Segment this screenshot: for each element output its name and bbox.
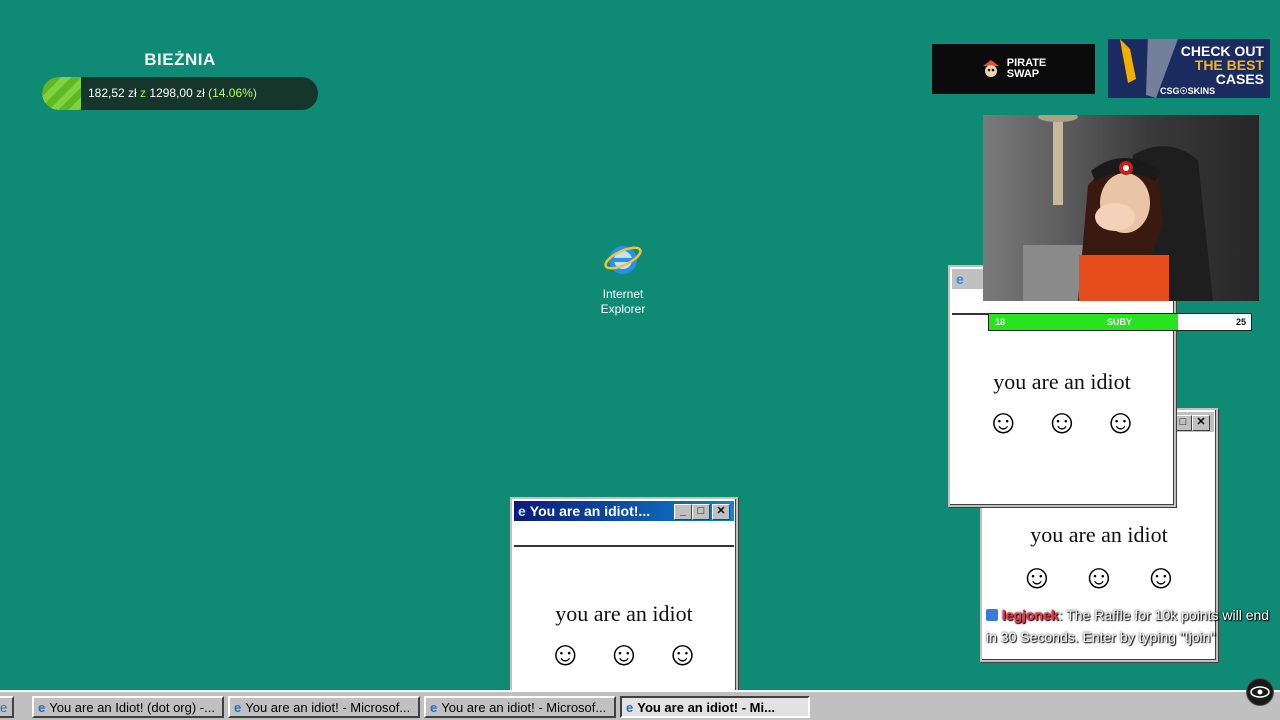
taskbar: e e You are an Idiot! (dot org) -... e Y… <box>0 690 1280 720</box>
goal-progress-fill <box>42 77 81 110</box>
chat-username: legjonek <box>1001 607 1059 623</box>
internet-explorer-icon <box>604 246 642 274</box>
sub-goal-target: 25 <box>1235 317 1246 327</box>
taskbar-item-label: You are an idiot! - Microsof... <box>441 699 607 715</box>
goal-target: 1298,00 zł <box>149 86 205 100</box>
smiley-icon: ☺ <box>1019 558 1055 596</box>
csgoskins-ad[interactable]: CHECK OUT THE BEST CASES CSG☉SKINS <box>1108 39 1270 98</box>
twitch-badge-icon <box>986 609 998 621</box>
label-line2: Explorer <box>600 302 646 316</box>
taskbar-item[interactable]: e You are an Idiot! (dot org) -... <box>32 696 224 718</box>
taskbar-item-label: You are an Idiot! (dot org) -... <box>49 699 215 715</box>
popup-window-front[interactable]: e You are an idiot!... _ □ ✕ you are an … <box>510 497 738 695</box>
eye-icon <box>1246 678 1274 706</box>
popup-faces: ☺ ☺ ☺ <box>512 635 736 674</box>
popup-message: you are an idiot <box>1030 522 1168 547</box>
sub-goal-label: SUBY <box>1107 317 1133 327</box>
ie-small-icon: e <box>956 271 964 287</box>
label-line1: Internet <box>602 287 644 301</box>
webcam-feed <box>983 115 1259 301</box>
smiley-icon: ☺ <box>985 403 1021 441</box>
chat-message: legjonek: The Raffle for 10k points will… <box>986 604 1276 648</box>
ie-small-icon: e <box>0 699 8 715</box>
smiley-icon: ☺ <box>1143 558 1179 596</box>
pirate-text: PIRATE SWAP <box>1007 58 1047 80</box>
minimize-button[interactable]: _ <box>674 504 692 520</box>
ie-small-icon: e <box>626 699 634 715</box>
popup-message: you are an idiot <box>555 601 693 626</box>
csgo-line3: CASES <box>1215 71 1264 87</box>
goal-sep: z <box>140 86 147 100</box>
ie-small-icon: e <box>430 699 438 715</box>
popup-window-back-1[interactable]: e you are an idiot ☺ ☺ ☺ <box>948 265 1176 507</box>
taskbar-item[interactable]: e You are an idiot! - Microsof... <box>228 696 420 718</box>
smiley-icon: ☺ <box>606 635 642 673</box>
desktop-icon-label: Internet Explorer <box>590 287 656 317</box>
close-button[interactable]: ✕ <box>712 504 730 520</box>
ie-small-icon: e <box>518 503 526 519</box>
sub-goal-current: 18 <box>995 317 1006 327</box>
streamer-silhouette <box>1023 115 1213 301</box>
taskbar-item-label: You are an idiot! - Microsof... <box>245 699 411 715</box>
taskbar-item[interactable]: e You are an idiot! - Microsof... <box>424 696 616 718</box>
popup-faces: ☺ ☺ ☺ <box>950 403 1174 442</box>
taskbar-item-label: You are an idiot! - Mi... <box>637 699 775 715</box>
popup-faces: ☺ ☺ ☺ <box>982 558 1216 597</box>
smiley-icon: ☺ <box>1081 558 1117 596</box>
popup-menu-strip <box>514 523 734 547</box>
pirateswap-ad[interactable]: PIRATE SWAP <box>932 44 1095 94</box>
smiley-icon: ☺ <box>665 635 700 673</box>
popup-title: You are an idiot!... <box>529 503 651 519</box>
goal-title: BIEŻNIA <box>144 50 216 69</box>
popup-message: you are an idiot <box>993 369 1131 394</box>
goal-current: 182,52 zł <box>88 86 137 100</box>
goal-percent: (14.06%) <box>208 86 257 100</box>
desktop-icon-internet-explorer[interactable]: Internet Explorer <box>590 240 656 317</box>
smiley-icon: ☺ <box>547 635 583 673</box>
taskbar-item-active[interactable]: e You are an idiot! - Mi... <box>620 696 810 718</box>
ie-small-icon: e <box>38 699 46 715</box>
maximize-button[interactable]: □ <box>1174 415 1192 431</box>
smiley-icon: ☺ <box>1103 403 1138 441</box>
sub-goal-fill <box>989 314 1178 330</box>
pirate-skull-icon <box>982 60 999 77</box>
ie-small-icon: e <box>234 699 242 715</box>
sub-goal-bar: 18 SUBY 25 <box>988 313 1252 331</box>
close-button[interactable]: ✕ <box>1192 415 1210 431</box>
smiley-icon: ☺ <box>1044 403 1080 441</box>
popup-titlebar[interactable]: e You are an idiot!... _ □ ✕ <box>514 501 734 521</box>
maximize-button[interactable]: □ <box>692 504 710 520</box>
goal-text: 182,52 zł z 1298,00 zł (14.06%) <box>88 86 257 100</box>
pirate-line2: SWAP <box>1006 68 1040 80</box>
taskbar-item[interactable]: e <box>0 696 14 718</box>
csgo-line4: CSG☉SKINS <box>1160 86 1216 96</box>
